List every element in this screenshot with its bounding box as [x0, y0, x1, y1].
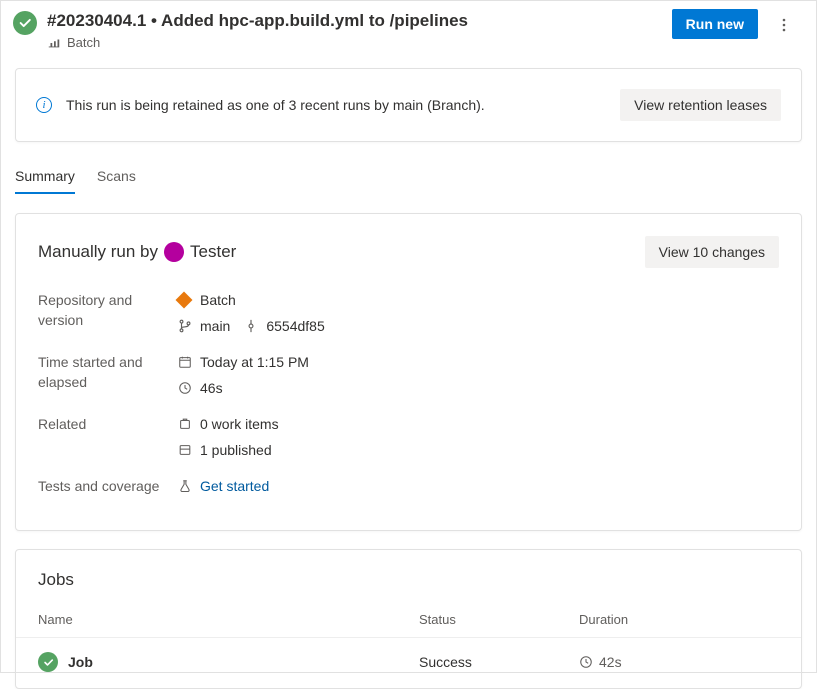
retention-banner: i This run is being retained as one of 3… [15, 68, 802, 142]
repo-name[interactable]: Batch [200, 290, 236, 310]
more-actions-button[interactable] [768, 9, 800, 41]
time-started: Today at 1:15 PM [200, 352, 309, 372]
summary-card-header: Manually run by Tester View 10 changes [38, 236, 779, 268]
view-changes-button[interactable]: View 10 changes [645, 236, 779, 268]
col-duration: Duration [579, 612, 779, 627]
clock-icon [579, 655, 593, 669]
time-elapsed: 46s [200, 378, 223, 398]
page-title: #20230404.1 • Added hpc-app.build.yml to… [47, 9, 662, 33]
jobs-card: Jobs Name Status Duration Job Success 42… [15, 549, 802, 689]
job-status: Success [419, 654, 579, 670]
table-row[interactable]: Job Success 42s [16, 637, 801, 688]
value-repo: Batch main 6554df85 [178, 290, 779, 342]
clock-icon [178, 381, 192, 395]
info-icon: i [36, 97, 52, 113]
commit-icon [244, 319, 258, 333]
branch-name[interactable]: main [200, 316, 230, 336]
label-tests: Tests and coverage [38, 476, 168, 502]
retention-message: This run is being retained as one of 3 r… [66, 97, 606, 113]
jobs-heading: Jobs [16, 550, 801, 604]
page-header: #20230404.1 • Added hpc-app.build.yml to… [1, 1, 816, 50]
published-count[interactable]: 1 published [200, 440, 272, 460]
branch-icon [178, 319, 192, 333]
job-name: Job [68, 654, 93, 670]
tests-get-started-link[interactable]: Get started [200, 476, 269, 496]
value-related: 0 work items 1 published [178, 414, 779, 466]
run-by-line: Manually run by Tester [38, 242, 236, 262]
value-time: Today at 1:15 PM 46s [178, 352, 779, 404]
jobs-table-header: Name Status Duration [16, 604, 801, 637]
project-subtitle: Batch [47, 35, 662, 50]
work-items-icon [178, 417, 192, 431]
calendar-icon [178, 355, 192, 369]
success-icon [13, 11, 37, 35]
flask-icon [178, 479, 192, 493]
project-icon [47, 36, 61, 50]
col-status: Status [419, 612, 579, 627]
value-tests: Get started [178, 476, 779, 502]
tab-summary[interactable]: Summary [15, 168, 75, 194]
col-name: Name [38, 612, 419, 627]
run-new-button[interactable]: Run new [672, 9, 758, 39]
label-time: Time started and elapsed [38, 352, 168, 404]
details-grid: Repository and version Batch main 6554df… [38, 290, 779, 502]
artifact-icon [178, 443, 192, 457]
success-icon [38, 652, 58, 672]
view-retention-button[interactable]: View retention leases [620, 89, 781, 121]
label-repo: Repository and version [38, 290, 168, 342]
run-by-prefix: Manually run by [38, 242, 158, 262]
run-by-user: Tester [190, 242, 236, 262]
repo-icon [176, 292, 193, 309]
avatar [164, 242, 184, 262]
header-text-block: #20230404.1 • Added hpc-app.build.yml to… [47, 9, 662, 50]
label-related: Related [38, 414, 168, 466]
tab-bar: Summary Scans [1, 168, 816, 195]
commit-hash[interactable]: 6554df85 [266, 316, 324, 336]
job-name-cell: Job [38, 652, 419, 672]
job-duration: 42s [599, 654, 622, 670]
summary-card: Manually run by Tester View 10 changes R… [15, 213, 802, 531]
work-items-count[interactable]: 0 work items [200, 414, 279, 434]
project-name: Batch [67, 35, 100, 50]
tab-scans[interactable]: Scans [97, 168, 136, 194]
job-duration-cell: 42s [579, 654, 779, 670]
